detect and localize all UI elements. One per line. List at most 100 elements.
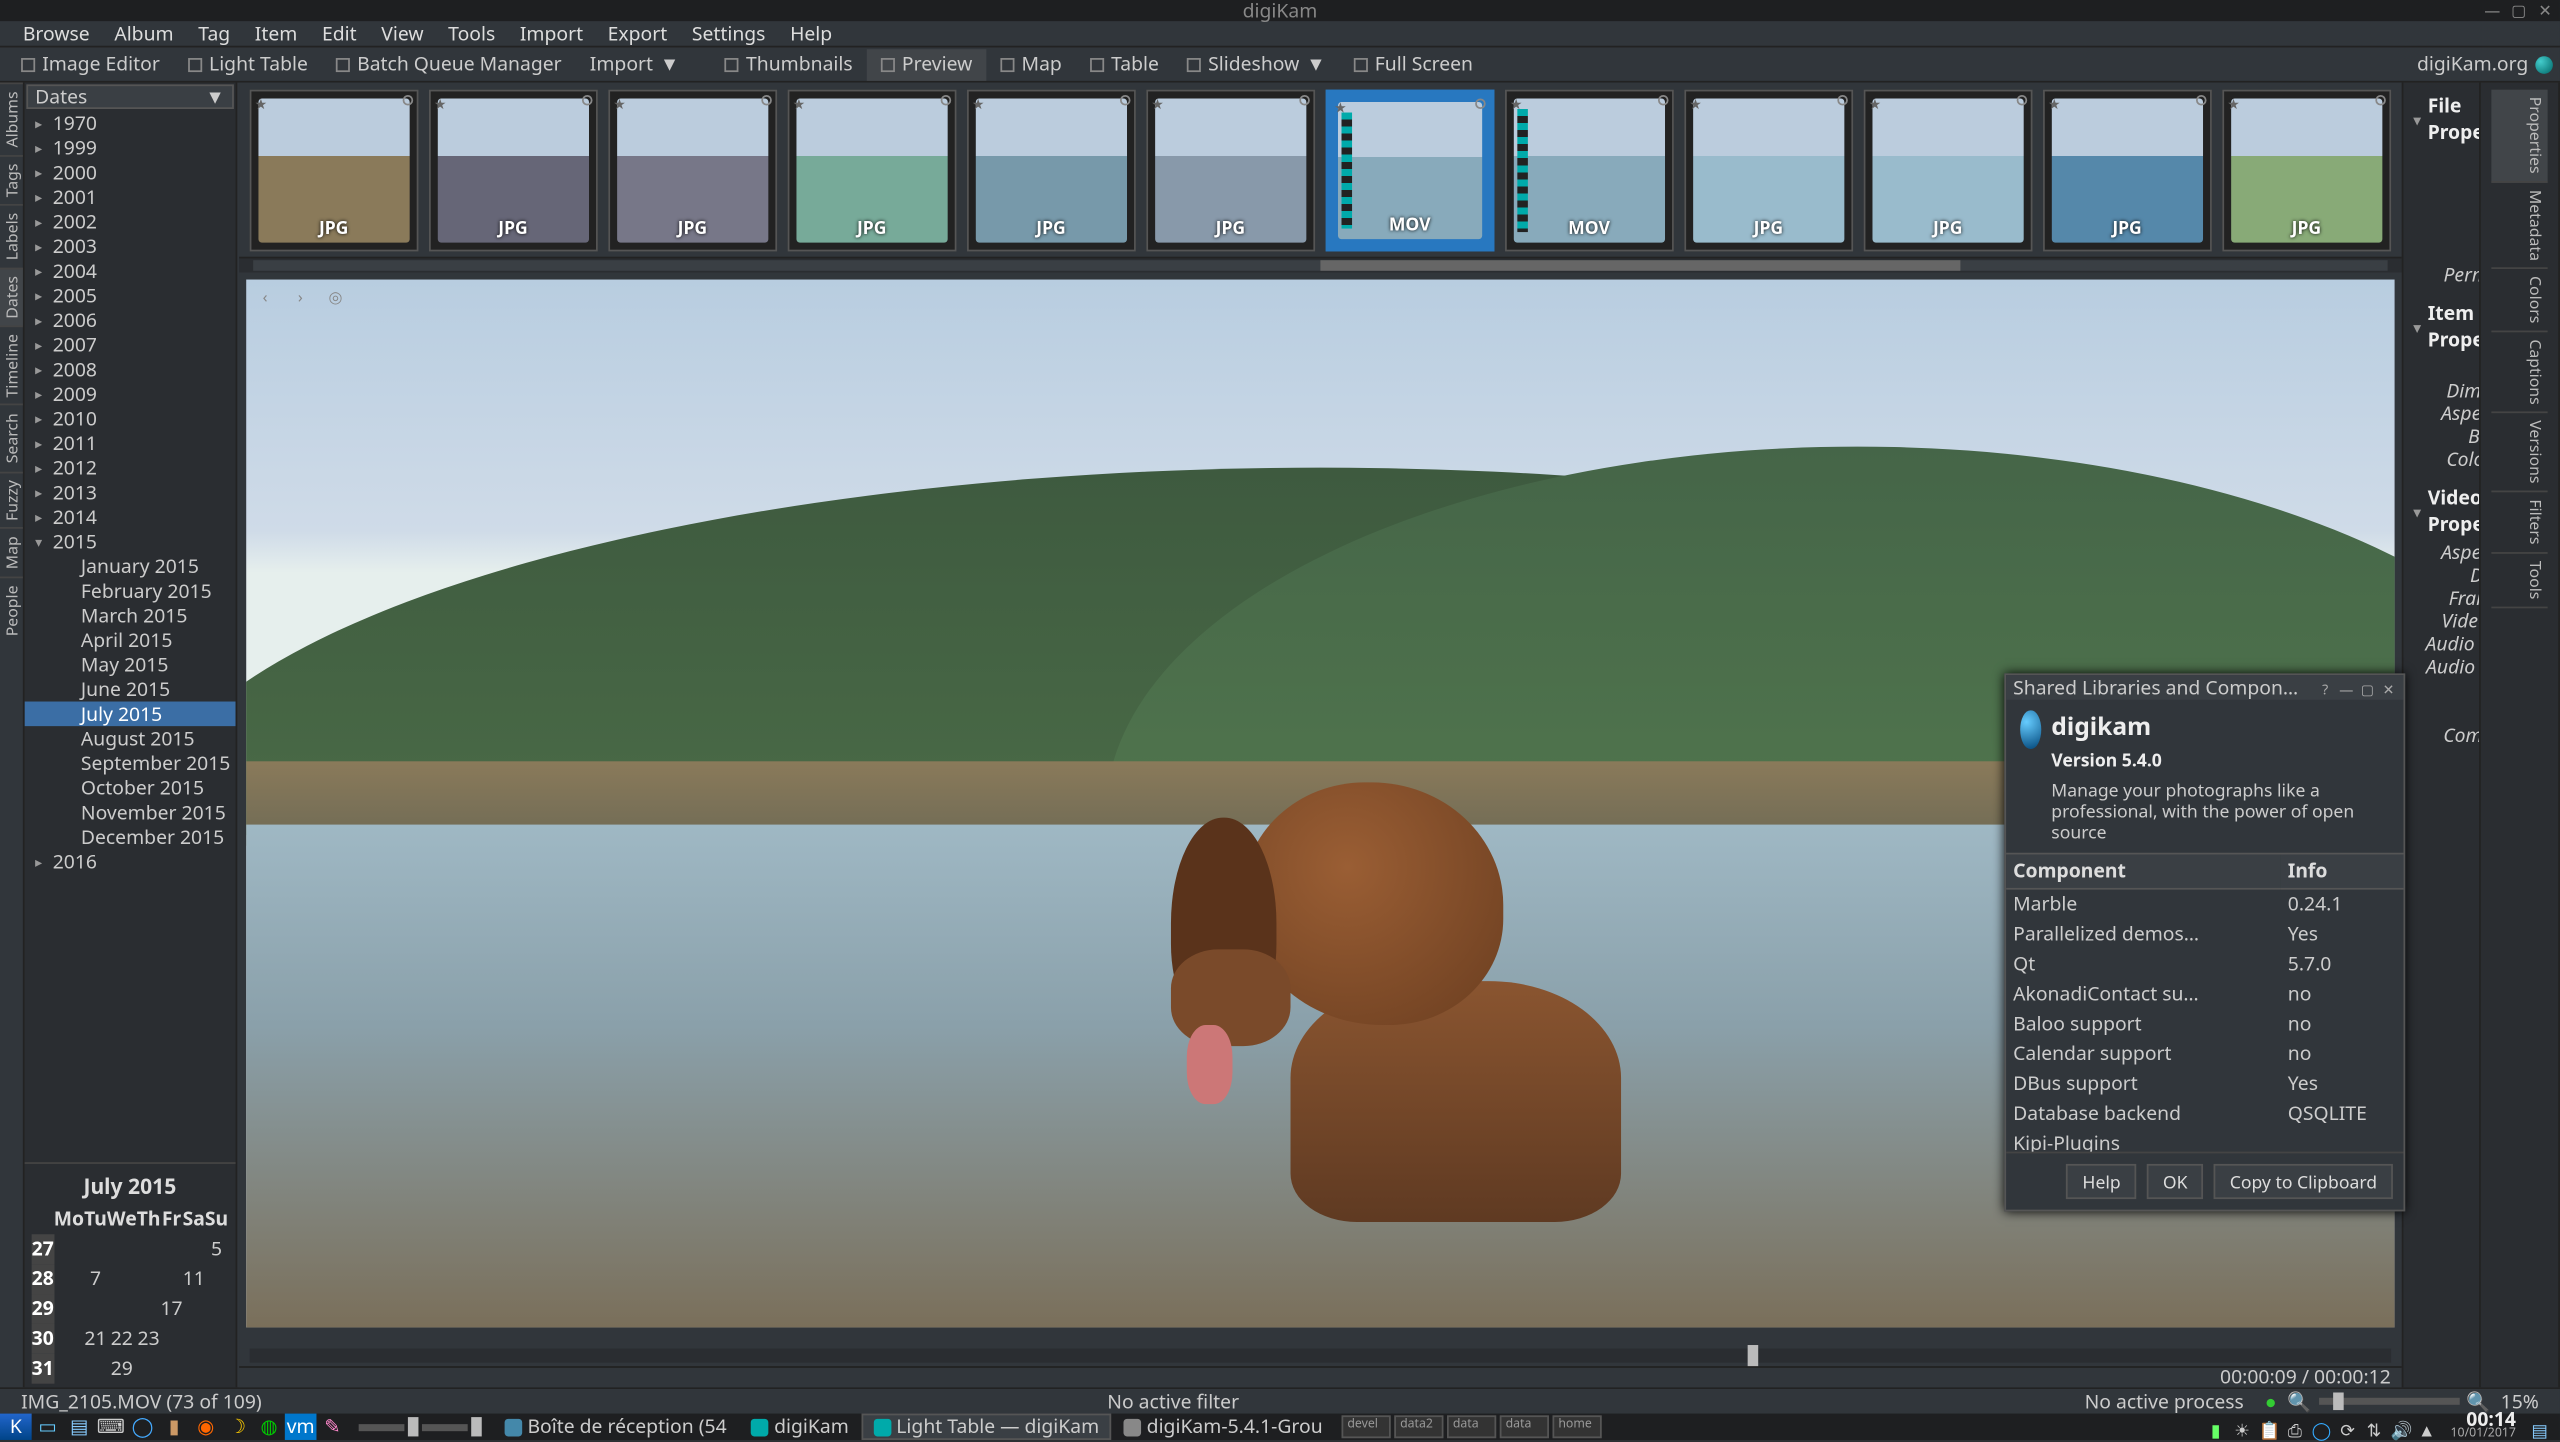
import-button[interactable]: Import▼ (576, 48, 694, 80)
menu-view[interactable]: View (369, 20, 436, 46)
tray-clipboard-icon[interactable]: 📋 (2259, 1417, 2278, 1436)
preview-tab[interactable]: Preview (867, 48, 987, 80)
tree-row[interactable]: 2008 (25, 357, 236, 382)
menu-album[interactable]: Album (102, 20, 186, 46)
tray-network-icon[interactable]: ⇅ (2364, 1417, 2383, 1436)
thumbnail[interactable]: JPG★ (1684, 89, 1853, 251)
thumbnail[interactable]: JPG★ (967, 89, 1136, 251)
video-scrub-bar[interactable] (249, 1349, 2390, 1363)
globe-icon[interactable]: ◍ (253, 1414, 285, 1440)
dialog-max-icon[interactable]: ▢ (2360, 680, 2376, 696)
prop-section-title[interactable]: Video Properties (2414, 482, 2470, 542)
tree-row[interactable]: May 2015 (25, 652, 236, 677)
thumbnail[interactable]: JPG★ (1146, 89, 1315, 251)
left-tab-labels[interactable]: Labels (0, 204, 23, 267)
dialog-close-icon[interactable]: ✕ (2381, 680, 2397, 696)
pager-desktop[interactable]: data (1448, 1415, 1497, 1438)
menu-help[interactable]: Help (778, 20, 845, 46)
thumbnail[interactable]: JPG★ (2043, 89, 2212, 251)
menu-browse[interactable]: Browse (11, 20, 102, 46)
left-tab-tags[interactable]: Tags (0, 155, 23, 205)
tree-row[interactable]: 2007 (25, 332, 236, 357)
tray-weather-icon[interactable]: ☀ (2232, 1417, 2251, 1436)
thumbnail[interactable]: MOV★ (1505, 89, 1674, 251)
zoom-slider[interactable] (2318, 1398, 2459, 1405)
tree-row[interactable]: February 2015 (25, 578, 236, 603)
terminal-icon[interactable]: ⌨ (95, 1414, 127, 1440)
tree-row[interactable]: 2011 (25, 431, 236, 456)
ok-button[interactable]: OK (2147, 1164, 2203, 1199)
clock[interactable]: 00:14 10/01/2017 (2443, 1413, 2523, 1441)
left-tab-map[interactable]: Map (0, 528, 23, 577)
volume-widget[interactable] (359, 1417, 482, 1436)
menu-settings[interactable]: Settings (680, 20, 778, 46)
tree-row[interactable]: July 2015 (25, 702, 236, 727)
tray-notifications-icon[interactable]: ▲ (2417, 1417, 2436, 1436)
tree-row[interactable]: 2016 (25, 849, 236, 874)
light-table-button[interactable]: Light Table (174, 48, 322, 80)
tree-row[interactable]: 2005 (25, 283, 236, 308)
preview-back-button[interactable]: ‹ (253, 283, 278, 308)
pager-desktop[interactable]: devel (1342, 1415, 1391, 1438)
vm-icon[interactable]: vm (285, 1414, 317, 1440)
thumbnail[interactable]: MOV★ (1325, 89, 1494, 251)
tree-row[interactable]: 2010 (25, 406, 236, 431)
map-tab[interactable]: Map (986, 48, 1076, 80)
thumbnail[interactable]: JPG★ (787, 89, 956, 251)
tree-row[interactable]: 2004 (25, 258, 236, 283)
taskbar-item[interactable]: digiKam-5.4.1-Grou (1112, 1414, 1336, 1440)
tree-row[interactable]: October 2015 (25, 775, 236, 800)
tree-row[interactable]: September 2015 (25, 751, 236, 776)
kde-start-icon[interactable]: K (0, 1414, 32, 1440)
filmstrip-scrollbar[interactable] (239, 258, 2402, 272)
taskbar-item[interactable]: digiKam (739, 1414, 861, 1440)
left-tab-search[interactable]: Search (0, 405, 23, 471)
thumbnail[interactable]: JPG★ (429, 89, 598, 251)
pager-desktop[interactable]: home (1553, 1415, 1602, 1438)
tree-row[interactable]: 2013 (25, 480, 236, 505)
tree-row[interactable]: 2012 (25, 455, 236, 480)
tray-updates-icon[interactable]: ⟳ (2338, 1417, 2357, 1436)
left-tab-fuzzy[interactable]: Fuzzy (0, 471, 23, 528)
image-editor-button[interactable]: Image Editor (7, 48, 174, 80)
pager-desktop[interactable]: data2 (1395, 1415, 1444, 1438)
tree-row[interactable]: April 2015 (25, 628, 236, 653)
tray-volume-icon[interactable]: 🔊 (2391, 1417, 2410, 1436)
menu-tools[interactable]: Tools (436, 20, 508, 46)
fullscreen-button[interactable]: Full Screen (1340, 48, 1487, 80)
firefox-icon[interactable]: ◉ (190, 1414, 222, 1440)
table-tab[interactable]: Table (1076, 48, 1173, 80)
tree-row[interactable]: 2003 (25, 234, 236, 259)
menu-edit[interactable]: Edit (310, 20, 369, 46)
menu-item[interactable]: Item (242, 20, 309, 46)
banana-icon[interactable]: ☽ (222, 1414, 254, 1440)
tree-row[interactable]: 2014 (25, 505, 236, 530)
tree-row[interactable]: November 2015 (25, 800, 236, 825)
right-tab-colors[interactable]: Colors (2492, 269, 2547, 332)
tree-row[interactable]: August 2015 (25, 726, 236, 751)
menu-tag[interactable]: Tag (186, 20, 243, 46)
preview-target-icon[interactable]: ◎ (323, 283, 348, 308)
pager-desktop[interactable]: data (1500, 1415, 1549, 1438)
right-tab-properties[interactable]: Properties (2492, 90, 2547, 183)
left-tab-albums[interactable]: Albums (0, 83, 23, 155)
tray-printer-icon[interactable]: ⎙ (2285, 1417, 2304, 1436)
tree-row[interactable]: 2009 (25, 382, 236, 407)
taskbar-item[interactable]: Boîte de réception (54 (492, 1414, 739, 1440)
left-tab-people[interactable]: People (0, 577, 23, 644)
tree-row[interactable]: December 2015 (25, 825, 236, 850)
tree-row[interactable]: June 2015 (25, 677, 236, 702)
tree-row[interactable]: 2001 (25, 185, 236, 210)
slideshow-button[interactable]: Slideshow▼ (1173, 48, 1340, 80)
zoom-out-button[interactable]: 🔍 (2287, 1388, 2311, 1414)
right-tab-metadata[interactable]: Metadata (2492, 182, 2547, 269)
maximize-button[interactable]: ▢ (2511, 2, 2527, 18)
chromium-icon[interactable]: ◯ (127, 1414, 159, 1440)
help-button[interactable]: Help (2067, 1164, 2137, 1199)
dates-combo[interactable]: Dates▼ (26, 84, 233, 109)
thumbnails-tab[interactable]: Thumbnails (711, 48, 867, 80)
thumbnail[interactable]: JPG★ (249, 89, 418, 251)
tree-row[interactable]: March 2015 (25, 603, 236, 628)
thumbnail[interactable]: JPG★ (608, 89, 777, 251)
copy-to-clipboard-button[interactable]: Copy to Clipboard (2214, 1164, 2393, 1199)
